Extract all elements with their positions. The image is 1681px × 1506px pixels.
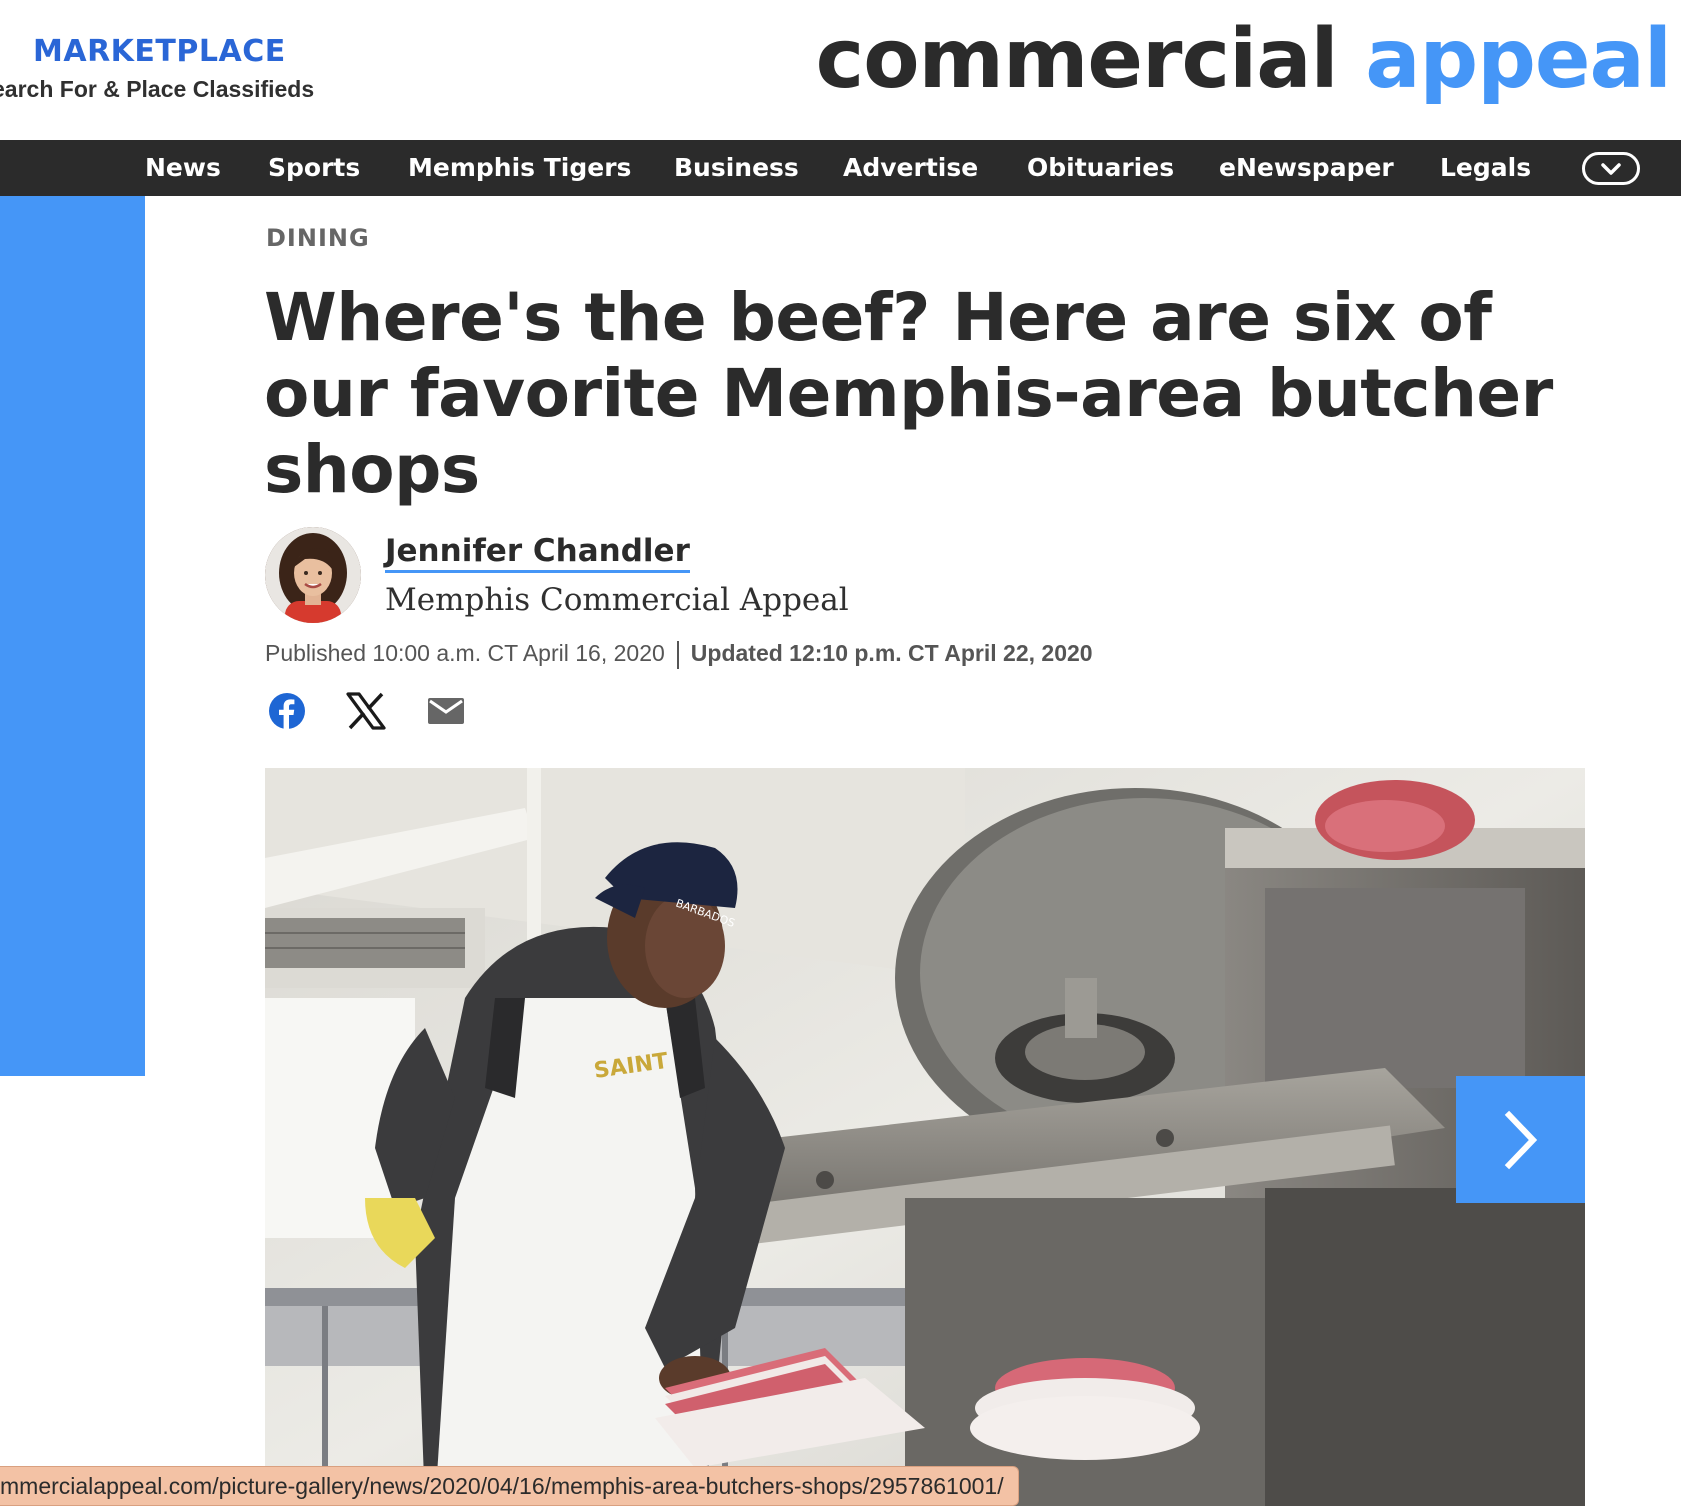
nav-item-obituaries[interactable]: Obituaries <box>1027 153 1174 182</box>
logo-word-appeal: appeal <box>1365 12 1672 107</box>
nav-item-legals[interactable]: Legals <box>1440 153 1531 182</box>
share-x-button[interactable] <box>345 690 387 732</box>
side-ad-band <box>0 196 145 1076</box>
nav-item-business[interactable]: Business <box>674 153 799 182</box>
marketplace-title[interactable]: MARKETPLACE <box>33 34 286 69</box>
author-organization: Memphis Commercial Appeal <box>385 582 849 618</box>
share-email-button[interactable] <box>425 690 467 732</box>
nav-item-enewspaper[interactable]: eNewspaper <box>1219 153 1394 182</box>
nav-item-news[interactable]: News <box>145 153 221 182</box>
nav-more-button[interactable] <box>1582 152 1640 185</box>
updated-date: Updated 12:10 p.m. CT April 22, 2020 <box>690 640 1093 666</box>
dateline: Published 10:00 a.m. CT April 16, 2020 Up… <box>265 640 1093 669</box>
author-name-link[interactable]: Jennifer Chandler <box>385 533 690 573</box>
published-date: Published 10:00 a.m. CT April 16, 2020 <box>265 640 665 666</box>
section-label[interactable]: DINING <box>266 224 370 252</box>
nav-item-memphis-tigers[interactable]: Memphis Tigers <box>408 153 631 182</box>
share-facebook-button[interactable] <box>266 690 308 732</box>
main-nav: News Sports Memphis Tigers Business Adve… <box>0 140 1681 196</box>
marketplace-subtitle[interactable]: earch For & Place Classifieds <box>0 76 314 103</box>
site-logo[interactable]: commercial appeal <box>815 12 1672 107</box>
x-icon <box>346 692 386 730</box>
logo-word-commercial: commercial <box>815 12 1339 107</box>
author-avatar[interactable] <box>265 527 361 623</box>
facebook-icon <box>269 693 305 729</box>
gallery-next-button[interactable] <box>1456 1076 1585 1203</box>
chevron-down-icon <box>1601 162 1621 175</box>
nav-item-sports[interactable]: Sports <box>268 153 360 182</box>
lead-photo[interactable]: SAINT BARBADOS <box>265 768 1585 1506</box>
article-headline: Where's the beef? Here are six of our fa… <box>264 279 1553 508</box>
status-bar-url: mmercialappeal.com/picture-gallery/news/… <box>0 1466 1019 1506</box>
chevron-right-icon <box>1504 1110 1537 1169</box>
nav-item-advertise[interactable]: Advertise <box>843 153 978 182</box>
dateline-divider <box>676 640 679 669</box>
email-icon <box>428 698 464 724</box>
